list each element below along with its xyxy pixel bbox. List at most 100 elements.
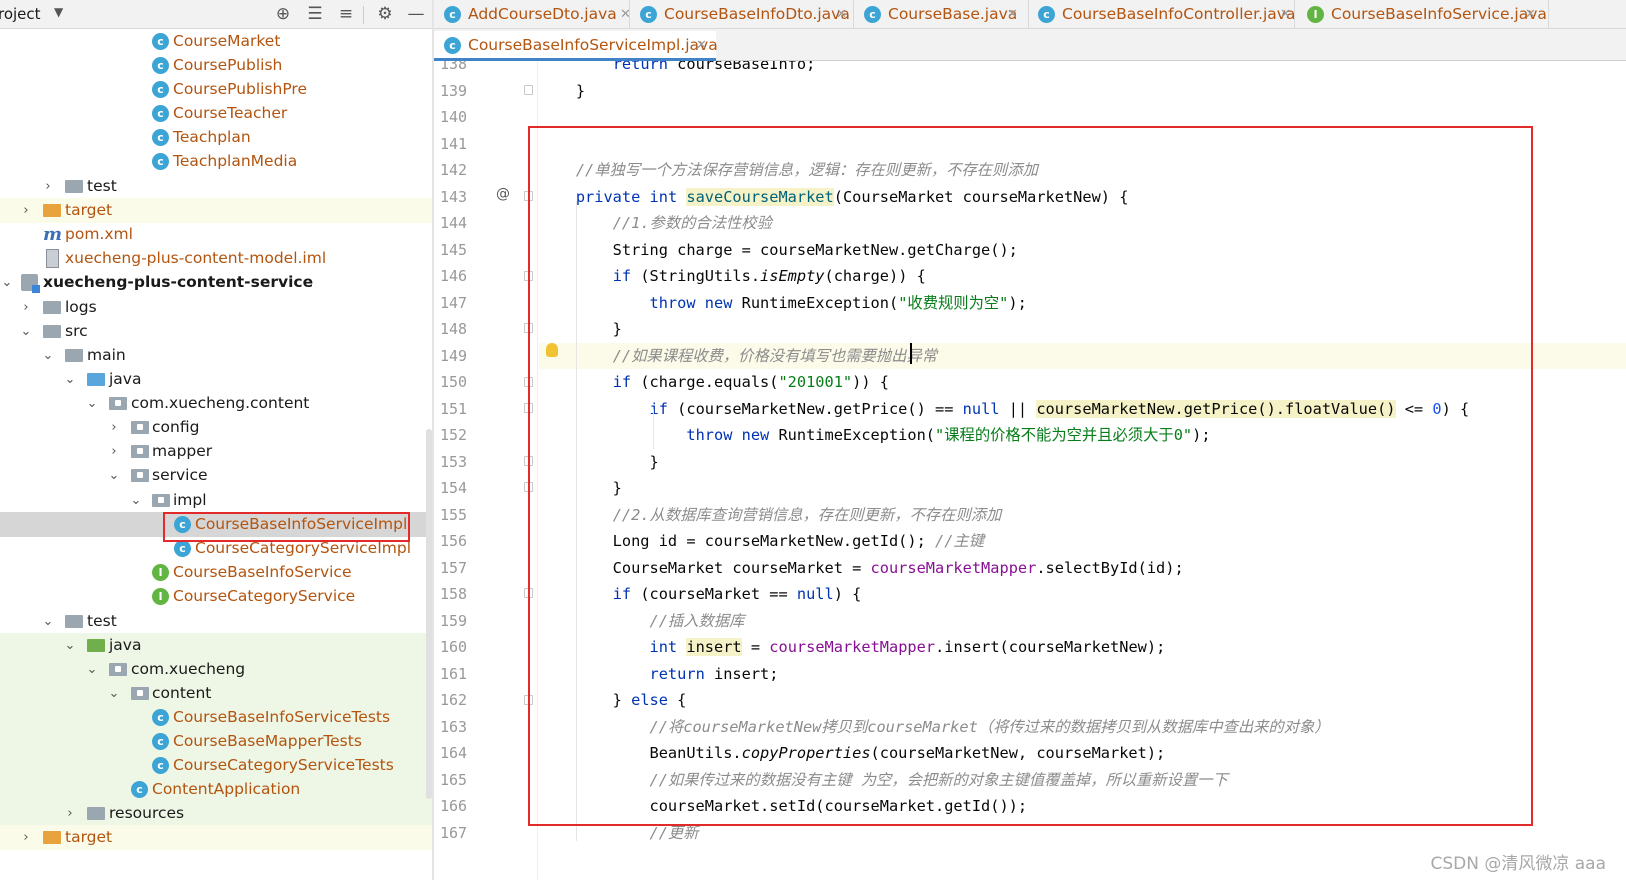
chevron-down-icon[interactable]: ⌄ — [107, 681, 121, 706]
tab-divider — [1548, 0, 1549, 29]
tab-divider — [1028, 0, 1029, 29]
tab-label: CourseBase.java — [888, 5, 1018, 23]
tab-course-base-info-service-impl[interactable]: c CourseBaseInfoServiceImpl.java ✕ — [434, 31, 718, 61]
folder-icon — [43, 325, 61, 338]
class-icon: c — [444, 6, 461, 23]
tree-item[interactable]: ⌄ src — [0, 319, 436, 344]
chevron-right-icon[interactable]: › — [41, 174, 55, 199]
chevron-right-icon[interactable]: › — [107, 439, 121, 464]
fold-marker-icon[interactable] — [524, 456, 533, 466]
tree-item[interactable]: m pom.xml — [0, 222, 436, 247]
tab-label: AddCourseDto.java — [468, 5, 617, 23]
tab-course-base-info-dto[interactable]: c CourseBaseInfoDto.java ✕ — [640, 0, 856, 29]
chevron-down-icon[interactable]: ⌄ — [129, 488, 143, 513]
close-icon[interactable]: ✕ — [836, 0, 847, 29]
module-icon — [21, 274, 40, 293]
fold-marker-icon[interactable] — [524, 377, 533, 387]
close-icon[interactable]: ✕ — [696, 31, 707, 60]
tree-item[interactable]: c CourseMarket — [0, 29, 436, 54]
tree-item[interactable]: c CourseBaseMapperTests — [0, 729, 436, 754]
tree-item[interactable]: ⌄ com.xuecheng — [0, 657, 436, 682]
tree-item[interactable]: c Teachplan — [0, 125, 436, 150]
tree-item[interactable]: ⌄ content — [0, 681, 436, 706]
tree-item[interactable]: ⌄ java — [0, 367, 436, 392]
fold-marker-icon[interactable] — [524, 191, 533, 201]
chevron-down-icon[interactable]: ⌄ — [63, 367, 77, 392]
tree-item[interactable]: › resources — [0, 801, 436, 826]
tree-item[interactable]: ⌄ service — [0, 463, 436, 488]
chevron-down-icon[interactable]: ⌄ — [63, 633, 77, 658]
code-line: if (courseMarket == null) { — [612, 585, 862, 603]
tree-item[interactable]: › mapper — [0, 439, 436, 464]
chevron-right-icon[interactable]: › — [19, 825, 33, 850]
chevron-down-icon[interactable]: ⌄ — [107, 463, 121, 488]
chevron-down-icon[interactable]: ⌄ — [19, 319, 33, 344]
tree-item[interactable]: c ContentApplication — [0, 777, 436, 802]
tab-course-base[interactable]: c CourseBase.java ✕ — [864, 0, 1034, 29]
chevron-right-icon[interactable]: › — [19, 198, 33, 223]
line-number: 161 — [440, 665, 468, 683]
tree-item[interactable]: ⌄ test — [0, 609, 436, 634]
tree-item[interactable]: c CoursePublish — [0, 53, 436, 78]
package-icon — [131, 469, 149, 482]
chevron-down-icon[interactable]: ⌄ — [85, 657, 99, 682]
tree-item[interactable]: ⌄ com.xuecheng.content — [0, 391, 436, 416]
tree-item[interactable]: ⌄ java — [0, 633, 436, 658]
fold-marker-icon[interactable] — [524, 695, 533, 705]
tree-item[interactable]: xuecheng-plus-content-model.iml — [0, 246, 436, 271]
line-number: 145 — [440, 241, 468, 259]
tree-item[interactable]: › logs — [0, 295, 436, 320]
tree-item[interactable]: c CourseTeacher — [0, 101, 436, 126]
chevron-down-icon[interactable]: ▼ — [54, 5, 63, 19]
code-editor[interactable]: 138 139 140 141 142 143 144 145 146 147 … — [434, 61, 1626, 880]
tab-course-base-info-controller[interactable]: c CourseBaseInfoController.java ✕ — [1038, 0, 1298, 29]
tree-item[interactable]: c CourseCategoryServiceImpl — [0, 536, 436, 561]
chevron-right-icon[interactable]: › — [107, 415, 121, 440]
tree-item[interactable]: c CoursePublishPre — [0, 77, 436, 102]
fold-marker-icon[interactable] — [524, 323, 533, 333]
tree-item-selected[interactable]: c CourseBaseInfoServiceImpl — [0, 512, 436, 537]
tree-item[interactable]: ⌄ main — [0, 343, 436, 368]
tree-item[interactable]: c CourseBaseInfoServiceTests — [0, 705, 436, 730]
tab-add-course-dto[interactable]: c AddCourseDto.java ✕ — [444, 0, 640, 29]
chevron-down-icon[interactable]: ⌄ — [41, 609, 55, 634]
code-line: } — [539, 453, 659, 471]
tree-item[interactable]: ⌄ impl — [0, 488, 436, 513]
close-icon[interactable]: ✕ — [1525, 0, 1536, 29]
tree-item[interactable]: I CourseCategoryService — [0, 584, 436, 609]
fold-marker-icon[interactable] — [524, 588, 533, 598]
locate-icon[interactable]: ⊕ — [271, 2, 295, 26]
override-marker-icon[interactable]: @ — [496, 186, 510, 202]
tree-item[interactable]: › target — [0, 825, 436, 850]
chevron-down-icon[interactable]: ⌄ — [41, 343, 55, 368]
gear-icon[interactable]: ⚙ — [373, 2, 397, 26]
fold-marker-icon[interactable] — [524, 85, 533, 95]
collapse-all-icon[interactable]: ≡ — [334, 2, 358, 26]
code-line: //2.从数据库查询营销信息，存在则更新，不存在则添加 — [612, 506, 1002, 524]
chevron-down-icon[interactable]: ⌄ — [85, 391, 99, 416]
fold-marker-icon[interactable] — [524, 271, 533, 281]
minimize-icon[interactable]: — — [404, 2, 428, 26]
tree-item[interactable]: c TeachplanMedia — [0, 149, 436, 174]
tree-item-label: xuecheng-plus-content-model.iml — [65, 249, 327, 267]
line-number: 159 — [440, 612, 468, 630]
tree-item[interactable]: › test — [0, 174, 436, 199]
close-icon[interactable]: ✕ — [1007, 0, 1018, 29]
fold-marker-icon[interactable] — [524, 403, 533, 413]
project-view-title[interactable]: roject — [0, 5, 41, 23]
tree-item[interactable]: ⌄ xuecheng-plus-content-service — [0, 270, 436, 295]
tree-item[interactable]: I CourseBaseInfoService — [0, 560, 436, 585]
chevron-down-icon[interactable]: ⌄ — [0, 270, 14, 295]
expand-all-icon[interactable]: ☰ — [303, 2, 327, 26]
chevron-right-icon[interactable]: › — [19, 295, 33, 320]
tree-item[interactable]: c CourseCategoryServiceTests — [0, 753, 436, 778]
code-line: String charge = courseMarketNew.getCharg… — [539, 241, 1018, 259]
lightbulb-icon[interactable] — [546, 343, 558, 357]
tree-item[interactable]: › target — [0, 198, 436, 223]
tree-item-label: CourseCategoryService — [173, 587, 356, 605]
close-icon[interactable]: ✕ — [1280, 0, 1291, 29]
chevron-right-icon[interactable]: › — [63, 801, 77, 826]
fold-marker-icon[interactable] — [524, 482, 533, 492]
tree-item[interactable]: › config — [0, 415, 436, 440]
tab-course-base-info-service[interactable]: I CourseBaseInfoService.java ✕ — [1307, 0, 1547, 29]
